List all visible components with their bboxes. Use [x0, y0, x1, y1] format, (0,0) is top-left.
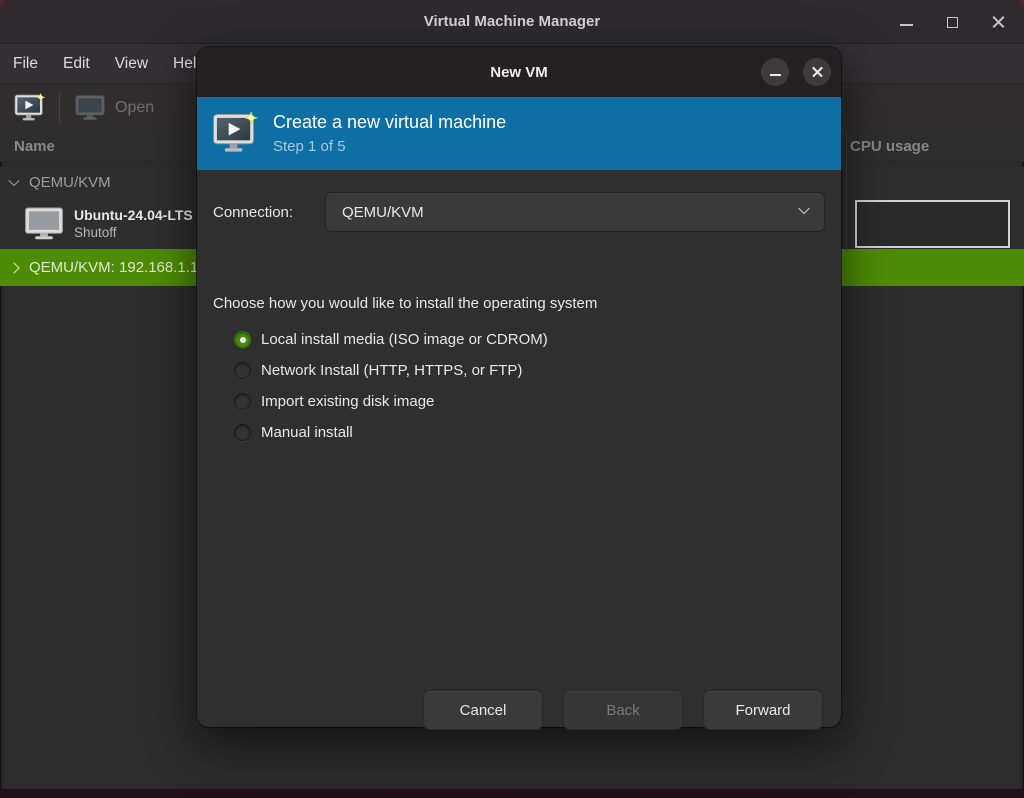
radio-icon[interactable] — [234, 393, 251, 410]
close-icon — [992, 16, 1005, 29]
connection-field-label: Connection: — [213, 204, 325, 221]
remote-connection-label: QEMU/KVM: 192.168.1.1 — [29, 259, 198, 276]
menu-view[interactable]: View — [115, 55, 148, 73]
close-icon — [812, 67, 823, 78]
wizard-header-text: Create a new virtual machine Step 1 of 5 — [273, 110, 506, 157]
connection-dropdown[interactable]: QEMU/KVM — [325, 192, 825, 232]
new-vm-dialog: New VM Create a new virtual machine Step… — [197, 47, 841, 727]
radio-icon[interactable] — [234, 424, 251, 441]
dialog-title: New VM — [490, 64, 548, 81]
desktop-edge — [0, 790, 1024, 798]
column-header-cpu-usage[interactable]: CPU usage — [850, 138, 929, 155]
vm-monitor-icon — [24, 207, 64, 240]
radio-option-1[interactable]: Network Install (HTTP, HTTPS, or FTP) — [234, 355, 825, 386]
minimize-button[interactable] — [898, 14, 914, 30]
new-vm-icon — [212, 112, 259, 155]
connection-label: QEMU/KVM — [29, 174, 111, 191]
dialog-titlebar: New VM — [197, 47, 841, 97]
cpu-usage-sparkline — [855, 200, 1010, 248]
monitor-icon — [75, 95, 105, 120]
connection-row: Connection: QEMU/KVM — [213, 192, 825, 232]
minimize-icon — [900, 24, 913, 26]
radio-option-2[interactable]: Import existing disk image — [234, 386, 825, 417]
cancel-button[interactable]: Cancel — [423, 690, 543, 730]
new-vm-icon — [14, 93, 46, 123]
vm-status: Shutoff — [74, 224, 193, 241]
radio-option-label: Local install media (ISO image or CDROM) — [261, 331, 548, 348]
window-title: Virtual Machine Manager — [424, 13, 600, 30]
dialog-close-button[interactable] — [803, 58, 831, 86]
radio-option-label: Network Install (HTTP, HTTPS, or FTP) — [261, 362, 522, 379]
chevron-down-icon[interactable] — [8, 175, 19, 186]
dialog-buttons: Cancel Back Forward — [423, 690, 823, 730]
chevron-down-icon — [798, 203, 809, 214]
dialog-window-controls — [761, 58, 831, 86]
column-divider — [846, 132, 847, 251]
close-button[interactable] — [990, 14, 1006, 30]
open-button-label: Open — [115, 99, 154, 117]
radio-option-label: Manual install — [261, 424, 353, 441]
forward-button[interactable]: Forward — [703, 690, 823, 730]
wizard-title: Create a new virtual machine — [273, 110, 506, 134]
column-header-name[interactable]: Name — [0, 138, 55, 155]
new-vm-button[interactable] — [14, 93, 46, 123]
radio-option-3[interactable]: Manual install — [234, 417, 825, 448]
vm-name: Ubuntu-24.04-LTS — [74, 206, 193, 224]
maximize-button[interactable] — [944, 14, 960, 30]
main-titlebar: Virtual Machine Manager — [0, 0, 1024, 44]
toolbar-separator — [59, 92, 60, 124]
chevron-right-icon[interactable] — [8, 262, 19, 273]
menu-edit[interactable]: Edit — [63, 55, 90, 73]
wizard-header: Create a new virtual machine Step 1 of 5 — [197, 97, 841, 170]
menu-file[interactable]: File — [13, 55, 38, 73]
connection-dropdown-value: QEMU/KVM — [342, 204, 424, 221]
maximize-icon — [947, 17, 958, 28]
install-method-prompt: Choose how you would like to install the… — [213, 295, 825, 312]
back-button[interactable]: Back — [563, 690, 683, 730]
radio-icon[interactable] — [234, 362, 251, 379]
vm-text: Ubuntu-24.04-LTS Shutoff — [74, 206, 193, 241]
open-button[interactable]: Open — [75, 95, 154, 120]
radio-option-0[interactable]: Local install media (ISO image or CDROM) — [234, 324, 825, 355]
dialog-body: Connection: QEMU/KVM Choose how you woul… — [197, 192, 841, 749]
window-controls — [898, 0, 1006, 44]
radio-option-label: Import existing disk image — [261, 393, 434, 410]
radio-icon[interactable] — [234, 331, 251, 348]
minimize-icon — [770, 74, 781, 76]
dialog-minimize-button[interactable] — [761, 58, 789, 86]
install-options: Local install media (ISO image or CDROM)… — [234, 324, 825, 448]
wizard-step: Step 1 of 5 — [273, 136, 506, 157]
